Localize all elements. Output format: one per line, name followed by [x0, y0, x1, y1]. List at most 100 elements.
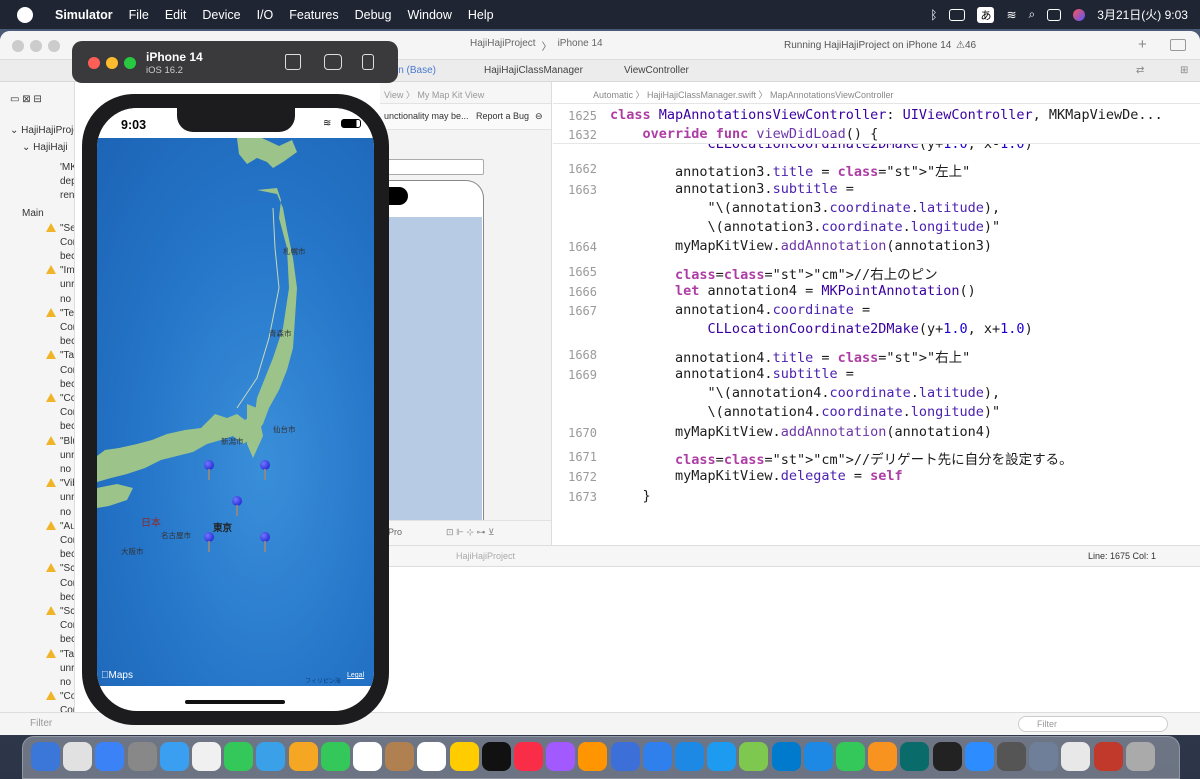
code-line[interactable]: class=class="st">"cm">//デリゲート先に自分を設定する。 — [610, 448, 1073, 468]
mail-icon[interactable] — [95, 742, 125, 771]
nav-item[interactable]: beca — [60, 251, 74, 262]
wifi-icon[interactable]: ≋ — [1006, 8, 1016, 22]
nav-item[interactable]: beca — [60, 592, 74, 603]
map-pin-top-left[interactable] — [204, 460, 214, 480]
folder-icon[interactable]: ▭ ⊠ ⊟ — [10, 94, 42, 105]
nav-item[interactable]: "Te — [46, 307, 74, 319]
nav-item[interactable]: 'MK — [60, 162, 74, 173]
zoom-icon[interactable] — [964, 742, 994, 771]
tab-class-manager[interactable]: HajiHajiClassManager — [484, 65, 583, 76]
chrome-icon[interactable] — [192, 742, 221, 771]
nav-item[interactable]: unre — [60, 279, 74, 290]
textedit-icon[interactable] — [1061, 742, 1091, 771]
messages-icon[interactable] — [224, 742, 254, 771]
safari-icon[interactable] — [159, 742, 189, 771]
map-pin-center[interactable] — [232, 496, 242, 516]
menu-window[interactable]: Window — [399, 8, 459, 22]
close-window-button[interactable] — [12, 40, 24, 52]
inspector-toggle-icon[interactable] — [1170, 39, 1186, 51]
ib-layout-icons[interactable]: ⊡ ⊩ ⊹ ⊶ ⊻ — [446, 527, 495, 538]
nav-item[interactable]: beca — [60, 421, 74, 432]
nav-item[interactable]: beca — [60, 336, 74, 347]
code-line[interactable]: myMapKitView.delegate = self — [610, 468, 903, 484]
input-method-indicator[interactable]: あ — [977, 6, 995, 23]
creator-icon[interactable] — [900, 742, 930, 771]
ib-map-kit-view[interactable] — [380, 217, 482, 521]
code-line[interactable]: "\(annotation3.coordinate.latitude), — [610, 200, 1001, 216]
bluetooth-icon[interactable]: ᛒ — [930, 8, 937, 22]
app-store-icon[interactable] — [707, 742, 737, 771]
nav-item[interactable]: "Col — [46, 691, 74, 702]
screenshot-camera-icon[interactable] — [324, 54, 342, 70]
music-icon[interactable] — [514, 742, 543, 771]
menu-features[interactable]: Features — [281, 8, 346, 22]
podcasts-icon[interactable] — [546, 742, 576, 771]
menu-io[interactable]: I/O — [249, 8, 282, 22]
legal-link[interactable]: Legal — [347, 672, 364, 679]
city-label-sapporo[interactable]: 札幌市 — [283, 246, 306, 257]
calculator-icon[interactable] — [997, 742, 1026, 771]
numbers-icon[interactable] — [836, 742, 865, 771]
zoom-window-button[interactable] — [48, 40, 60, 52]
nav-item[interactable]: beca — [60, 634, 74, 645]
nav-item[interactable]: no e — [60, 294, 74, 305]
add-tab-plus-icon[interactable]: + — [1138, 36, 1147, 53]
nav-item[interactable]: Con — [60, 322, 74, 333]
photos-icon[interactable] — [288, 742, 318, 771]
nav-item[interactable]: Con — [60, 578, 74, 589]
code-line[interactable]: myMapKitView.addAnnotation(annotation3) — [610, 238, 992, 254]
city-label-sendai[interactable]: 仙台市 — [273, 424, 296, 435]
nav-item[interactable]: Con — [60, 535, 74, 546]
city-label-niigata[interactable]: 新潟市 — [221, 436, 244, 447]
report-bug-button[interactable]: Report a Bug — [476, 111, 529, 121]
nav-item[interactable]: "Aut — [46, 520, 74, 532]
terminal-icon[interactable] — [932, 742, 962, 771]
nav-item[interactable]: "Cor — [46, 393, 74, 404]
editor-jump-bar[interactable]: Automatic 〉 HajiHajiClassManager.swift 〉… — [553, 82, 1200, 104]
siri-icon[interactable] — [1073, 8, 1086, 21]
code-line[interactable]: let annotation4 = MKPointAnnotation() — [610, 283, 976, 299]
settings-icon[interactable] — [127, 742, 157, 771]
sticky-code-line[interactable]: override func viewDidLoad() { — [610, 126, 879, 142]
nav-item[interactable]: no e — [60, 677, 74, 688]
apple-icon[interactable] — [17, 6, 33, 23]
sim-close-button[interactable] — [88, 57, 100, 69]
status-project[interactable]: HajiHajiProject — [456, 551, 515, 561]
maps-icon[interactable] — [256, 742, 286, 771]
nav-item[interactable]: rena — [60, 190, 74, 201]
menu-file[interactable]: File — [121, 8, 157, 22]
sim-minimize-button[interactable] — [106, 57, 118, 69]
finder-icon[interactable] — [31, 742, 60, 771]
nav-item[interactable]: "Blu — [46, 435, 74, 447]
home-icon[interactable] — [285, 54, 301, 70]
rotate-icon[interactable] — [362, 54, 374, 70]
menu-app-name[interactable]: Simulator — [47, 8, 121, 22]
nav-item[interactable]: depr — [60, 176, 74, 187]
search-icon[interactable]: ⌕ — [1029, 7, 1036, 22]
add-editor-icon[interactable]: ⊞ — [1180, 65, 1188, 76]
facetime-icon[interactable] — [320, 742, 350, 771]
tab-main-storyboard[interactable]: in (Base) — [396, 65, 436, 76]
sticky-code-line[interactable]: class MapAnnotationsViewController: UIVi… — [610, 107, 1163, 123]
iphone-screen[interactable]: 9:03 ≋ 札幌市 青森市 仙台市 新潟市 東京 名古屋市 大阪市 日本 フィ… — [97, 108, 374, 711]
keynote-icon[interactable] — [803, 742, 833, 771]
nav-item[interactable]: "Tab — [46, 648, 74, 660]
pages-icon[interactable] — [868, 742, 898, 771]
nav-item[interactable]: Cor — [60, 237, 74, 248]
nav-item[interactable]: beca — [60, 379, 74, 390]
launchpad-icon[interactable] — [63, 742, 93, 771]
map-pin-bottom-right[interactable] — [260, 532, 270, 552]
home-indicator[interactable] — [185, 700, 285, 704]
swap-icon[interactable]: ⇄ — [1136, 65, 1144, 76]
console-filter-input[interactable]: Filter — [1018, 716, 1168, 732]
vscode-icon[interactable] — [771, 742, 801, 771]
code-line[interactable]: annotation4.coordinate = — [610, 302, 870, 318]
ib-scene-header[interactable] — [380, 159, 484, 175]
nav-item[interactable]: Con — [60, 407, 74, 418]
map-pin-top-right[interactable] — [260, 460, 270, 480]
preview-icon[interactable] — [1029, 742, 1059, 771]
code-line[interactable]: } — [610, 488, 651, 504]
scheme-selector[interactable]: HajiHajiProject 〉 iPhone 14 — [470, 38, 603, 53]
code-line[interactable]: myMapKitView.addAnnotation(annotation4) — [610, 424, 992, 440]
trash-icon[interactable] — [1125, 742, 1155, 771]
